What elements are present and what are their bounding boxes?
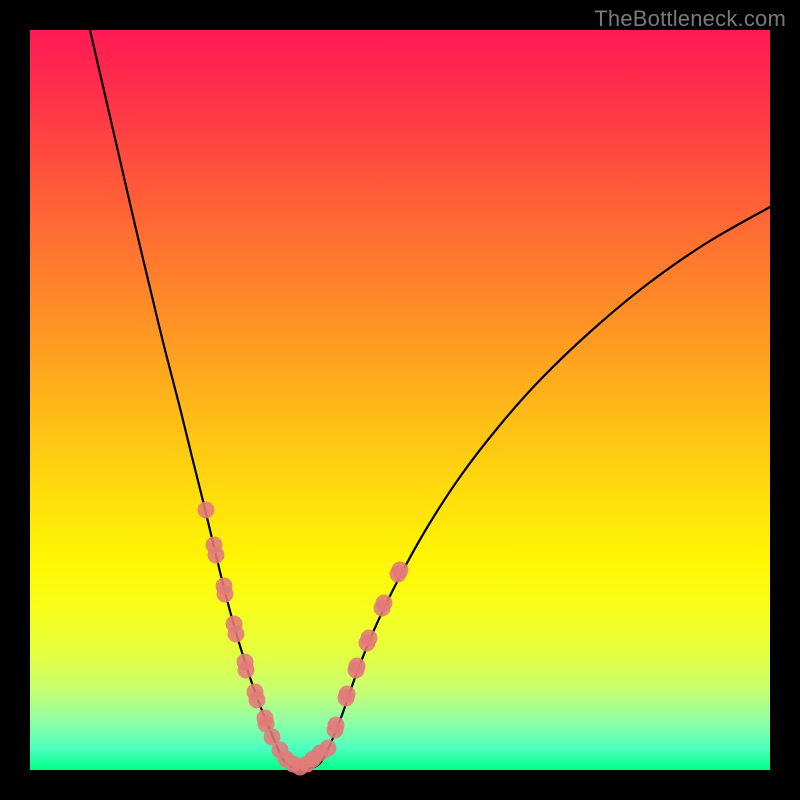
data-dot-left — [208, 547, 225, 564]
data-dot-right — [339, 686, 356, 703]
chart-frame: TheBottleneck.com — [0, 0, 800, 800]
dot-layer — [30, 30, 770, 770]
data-dot-right — [392, 562, 409, 579]
data-dot-left — [238, 662, 255, 679]
data-dot-right — [328, 717, 345, 734]
data-dot-right — [320, 740, 337, 757]
data-dot-left — [228, 626, 245, 643]
plot-area — [30, 30, 770, 770]
data-dot-left — [217, 586, 234, 603]
data-dot-left — [198, 502, 215, 519]
data-dot-right — [376, 595, 393, 612]
data-dot-left — [249, 692, 266, 709]
data-dot-right — [361, 630, 378, 647]
data-dot-right — [349, 658, 366, 675]
watermark-text: TheBottleneck.com — [594, 6, 786, 32]
